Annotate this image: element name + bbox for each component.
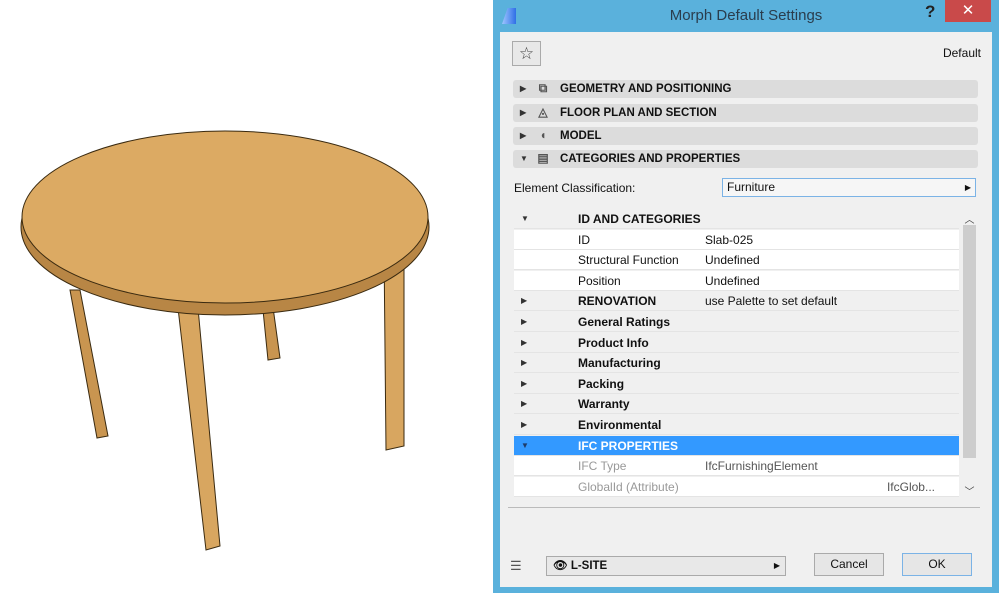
floor-plan-icon: ◬ xyxy=(538,105,548,119)
scroll-up-icon[interactable]: ︿ xyxy=(961,211,978,226)
scrollbar-thumb[interactable] xyxy=(963,225,976,458)
tree-row[interactable]: ▶ Packing xyxy=(514,374,959,394)
cancel-button[interactable]: Cancel xyxy=(814,553,884,576)
property-name: RENOVATION xyxy=(578,294,657,309)
property-value: Slab-025 xyxy=(705,232,754,247)
property-value: use Palette to set default xyxy=(705,294,838,309)
model-icon: ◖ xyxy=(539,128,547,142)
table-leg-front-left xyxy=(177,307,221,551)
section-label: CATEGORIES AND PROPERTIES xyxy=(560,153,741,165)
scroll-down-icon[interactable]: ﹀ xyxy=(961,483,978,498)
property-name: Product Info xyxy=(578,335,649,350)
tree-row[interactable]: ▶ General Ratings xyxy=(514,312,959,332)
layer-value: L-SITE xyxy=(570,560,608,572)
expand-arrow-icon[interactable]: ▶ xyxy=(521,291,527,311)
tree-scrollbar[interactable]: ︿ ﹀ xyxy=(961,209,978,499)
3d-table-preview xyxy=(20,130,430,551)
morph-default-settings-dialog: Morph Default Settings ? ✕ ☆ Default ▶ ⧉ G… xyxy=(493,0,999,593)
collapse-arrow-icon[interactable]: ▼ xyxy=(521,209,529,229)
property-name: Structural Function xyxy=(578,253,679,268)
collapse-arrow-icon[interactable]: ▼ xyxy=(521,436,529,456)
tree-row[interactable]: ▶ Environmental xyxy=(514,415,959,435)
tree-row[interactable]: IFC Type IfcFurnishingElement xyxy=(514,456,959,477)
tree-row[interactable]: ▶ Manufacturing xyxy=(514,353,959,374)
close-button[interactable]: ✕ xyxy=(945,0,991,22)
classification-select[interactable]: Furniture ▶ xyxy=(722,178,976,197)
property-value: IfcGlob... xyxy=(886,479,935,494)
tree-row[interactable]: GlobalId (Attribute) IfcGlob... xyxy=(514,476,959,497)
expand-arrow-icon: ▶ xyxy=(520,108,527,117)
chevron-right-icon: ▶ xyxy=(964,183,971,192)
property-name: ID xyxy=(578,232,590,247)
expand-arrow-icon: ▶ xyxy=(520,131,527,140)
property-value: Undefined xyxy=(705,273,760,288)
tree-row[interactable]: ▼ IFC PROPERTIES xyxy=(514,435,959,456)
layer-select[interactable]: 👁 L-SITE ▶ xyxy=(546,556,786,576)
title-bar[interactable]: Morph Default Settings ? ✕ xyxy=(493,0,999,32)
table-leg-back-left xyxy=(69,289,109,439)
classification-label: Element Classification: xyxy=(514,181,636,195)
expand-arrow-icon[interactable]: ▶ xyxy=(521,415,527,435)
expand-arrow-icon[interactable]: ▶ xyxy=(521,312,527,332)
collapse-arrow-icon: ▼ xyxy=(520,154,528,163)
property-name: Manufacturing xyxy=(578,356,661,371)
property-name: General Ratings xyxy=(578,315,671,329)
property-name: Warranty xyxy=(578,397,630,412)
section-label: FLOOR PLAN AND SECTION xyxy=(560,107,717,119)
expand-arrow-icon[interactable]: ▶ xyxy=(521,394,527,414)
tree-row[interactable]: ID Slab-025 xyxy=(514,229,959,250)
section-floor-plan-and-section[interactable]: ▶ ◬ FLOOR PLAN AND SECTION xyxy=(513,104,978,122)
tree-row[interactable]: ▶ Warranty xyxy=(514,394,959,415)
tree-row[interactable]: ▼ ID AND CATEGORIES xyxy=(514,209,959,229)
property-value: Undefined xyxy=(705,253,760,268)
dialog-body: ☆ Default ▶ ⧉ GEOMETRY AND POSITIONING ▶ ◬ F… xyxy=(500,32,992,587)
expand-arrow-icon[interactable]: ▶ xyxy=(521,333,527,353)
section-geometry-and-positioning[interactable]: ▶ ⧉ GEOMETRY AND POSITIONING xyxy=(513,80,978,98)
chevron-right-icon: ▶ xyxy=(773,561,780,570)
ok-button[interactable]: OK xyxy=(902,553,972,576)
expand-arrow-icon[interactable]: ▶ xyxy=(521,374,527,394)
layers-icon: ☰ xyxy=(510,558,522,573)
property-name: GlobalId (Attribute) xyxy=(578,479,679,494)
preset-label: Default xyxy=(942,46,981,60)
section-label: MODEL xyxy=(560,130,602,142)
property-value: IfcFurnishingElement xyxy=(705,459,818,474)
expand-arrow-icon[interactable]: ▶ xyxy=(521,353,527,373)
help-button[interactable]: ? xyxy=(925,2,935,22)
section-label: GEOMETRY AND POSITIONING xyxy=(560,83,732,95)
favorites-button[interactable]: ☆ xyxy=(512,41,541,66)
divider xyxy=(508,507,980,508)
property-name: IFC Type xyxy=(578,459,627,474)
section-categories-and-properties[interactable]: ▼ ▤ CATEGORIES AND PROPERTIES xyxy=(513,150,978,168)
property-name: IFC PROPERTIES xyxy=(578,438,679,453)
section-model[interactable]: ▶ ◖ MODEL xyxy=(513,127,978,145)
star-icon: ☆ xyxy=(518,44,535,63)
tree-row[interactable]: ▶ Product Info xyxy=(514,333,959,353)
tree-row[interactable]: Structural Function Undefined xyxy=(514,250,959,271)
expand-arrow-icon: ▶ xyxy=(520,84,527,93)
dialog-title: Morph Default Settings xyxy=(669,7,823,24)
table-top xyxy=(21,130,429,304)
property-name: ID AND CATEGORIES xyxy=(578,212,701,226)
tree-row[interactable]: Position Undefined xyxy=(514,270,959,291)
property-name: Position xyxy=(578,273,621,288)
document-icon: ▤ xyxy=(537,151,549,165)
property-name: Environmental xyxy=(578,418,662,432)
properties-tree[interactable]: ▼ ID AND CATEGORIES ID Slab-025 Structural F… xyxy=(514,209,961,499)
tree-row[interactable]: ▶ RENOVATION use Palette to set default xyxy=(514,291,959,312)
eye-icon: 👁 xyxy=(553,560,568,572)
geometry-icon: ⧉ xyxy=(538,81,548,95)
property-name: Packing xyxy=(578,376,625,391)
classification-value: Furniture xyxy=(727,180,776,194)
